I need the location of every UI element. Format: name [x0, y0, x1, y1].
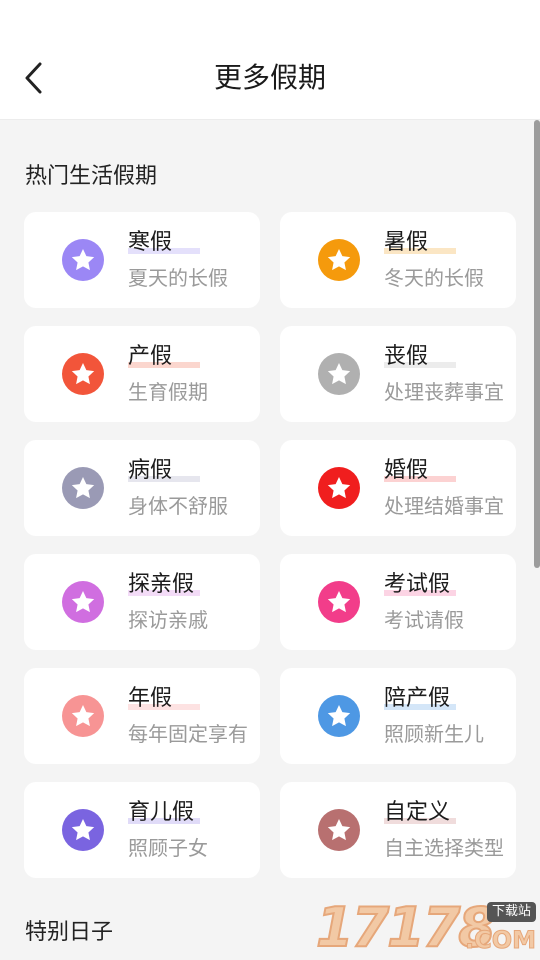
holiday-card[interactable]: 丧假 处理丧葬事宜 — [280, 326, 516, 422]
holiday-desc: 照顾新生儿 — [384, 722, 484, 746]
holiday-name: 婚假 — [384, 458, 429, 483]
holiday-card[interactable]: 寒假 夏天的长假 — [24, 212, 260, 308]
star-icon — [318, 809, 360, 851]
star-icon — [62, 353, 104, 395]
scrollbar[interactable] — [534, 120, 540, 568]
page-title: 更多假期 — [213, 61, 326, 94]
star-icon — [62, 239, 104, 281]
holiday-name: 自定义 — [384, 800, 451, 825]
star-icon — [318, 467, 360, 509]
section-title-special: 特别日子 — [25, 920, 114, 945]
star-icon — [62, 467, 104, 509]
holiday-desc: 夏天的长假 — [128, 266, 228, 290]
holiday-desc: 照顾子女 — [128, 836, 208, 860]
holiday-desc: 考试请假 — [384, 608, 464, 632]
holiday-name: 陪产假 — [384, 686, 451, 711]
holiday-card[interactable]: 婚假 处理结婚事宜 — [280, 440, 516, 536]
star-icon — [62, 809, 104, 851]
holiday-name: 探亲假 — [128, 572, 195, 597]
star-icon — [318, 239, 360, 281]
holiday-name: 寒假 — [128, 230, 173, 255]
holiday-desc: 处理结婚事宜 — [384, 494, 504, 518]
holiday-name: 产假 — [128, 344, 173, 369]
holiday-desc: 冬天的长假 — [384, 266, 484, 290]
holiday-name: 考试假 — [384, 572, 451, 597]
holiday-desc: 处理丧葬事宜 — [384, 380, 504, 404]
holiday-name: 年假 — [128, 686, 173, 711]
holiday-desc: 生育假期 — [128, 380, 208, 404]
holiday-grid: 寒假 夏天的长假 暑假 冬天的长假 产假 生育假期 丧假 处理丧葬事宜 病假 身体不舒服 婚假 处理结… — [24, 212, 516, 878]
holiday-name: 暑假 — [384, 230, 429, 255]
holiday-card[interactable]: 年假 每年固定享有 — [24, 668, 260, 764]
holiday-card[interactable]: 自定义 自主选择类型 — [280, 782, 516, 878]
watermark-tag: 下载站 — [486, 902, 536, 922]
app-header: 更多假期 — [0, 38, 540, 120]
star-icon — [62, 695, 104, 737]
holiday-card[interactable]: 产假 生育假期 — [24, 326, 260, 422]
holiday-name: 育儿假 — [128, 800, 195, 825]
holiday-desc: 身体不舒服 — [128, 494, 228, 518]
star-icon — [318, 581, 360, 623]
holiday-card[interactable]: 探亲假 探访亲戚 — [24, 554, 260, 650]
star-icon — [62, 581, 104, 623]
holiday-name: 病假 — [128, 458, 173, 483]
star-icon — [318, 695, 360, 737]
watermark-domain: .COM — [464, 926, 536, 955]
status-bar — [0, 0, 540, 38]
watermark-number: 17178 — [315, 895, 497, 960]
section-title-popular: 热门生活假期 — [25, 164, 158, 189]
holiday-card[interactable]: 陪产假 照顾新生儿 — [280, 668, 516, 764]
holiday-card[interactable]: 育儿假 照顾子女 — [24, 782, 260, 878]
holiday-desc: 每年固定享有 — [128, 722, 248, 746]
site-watermark: 17178 下载站 .COM — [315, 895, 540, 960]
holiday-card[interactable]: 考试假 考试请假 — [280, 554, 516, 650]
holiday-name: 丧假 — [384, 344, 429, 369]
star-icon — [318, 353, 360, 395]
holiday-card[interactable]: 病假 身体不舒服 — [24, 440, 260, 536]
holiday-desc: 探访亲戚 — [128, 608, 208, 632]
holiday-card[interactable]: 暑假 冬天的长假 — [280, 212, 516, 308]
holiday-desc: 自主选择类型 — [384, 836, 504, 860]
